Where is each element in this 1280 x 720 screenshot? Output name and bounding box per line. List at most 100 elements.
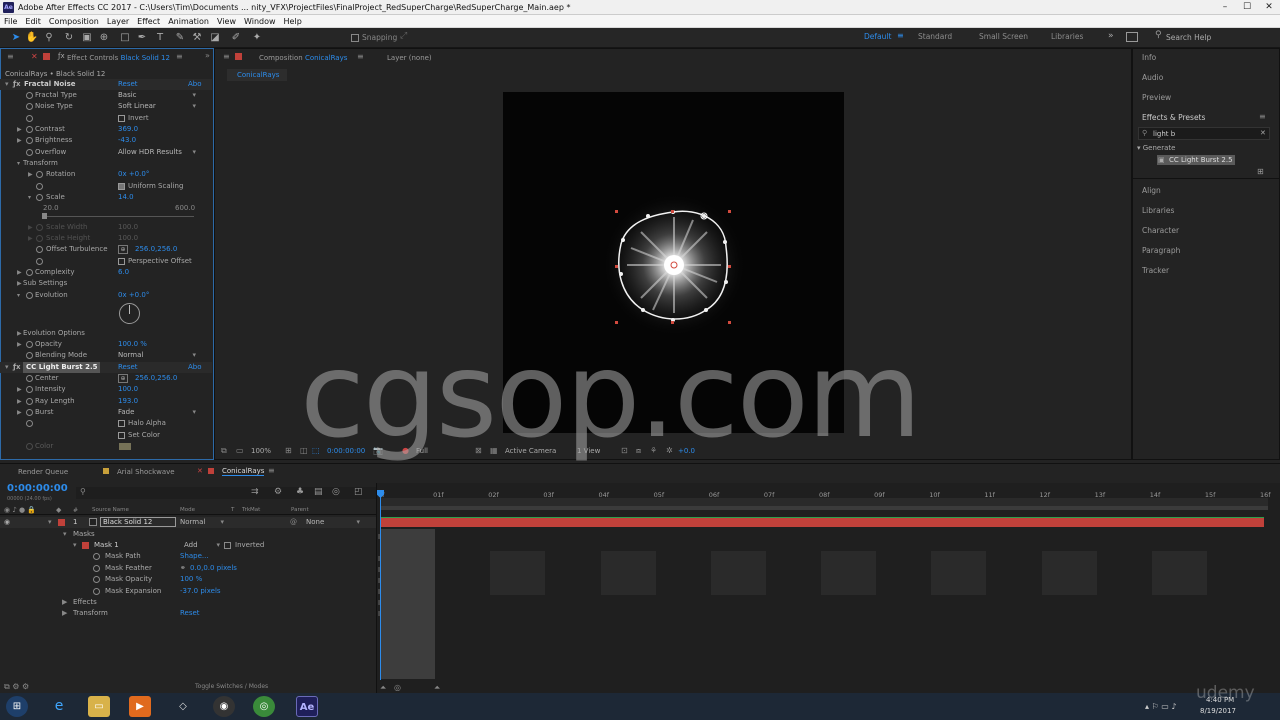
expand-arrow-icon[interactable]: ▶ [17,384,22,395]
after-effects-taskbar-icon[interactable]: Ae [296,696,318,717]
perspective-offset-checkbox[interactable] [118,258,125,265]
collapse-arrow-icon[interactable]: ▾ [17,158,20,169]
about-link[interactable]: Abo [188,362,202,373]
frame-blending-icon[interactable]: ▤ [314,487,323,497]
panel-menu-icon[interactable]: ≡ [1259,112,1266,121]
system-tray-icons[interactable]: ▴ ⚐ ▭ ♪ [1145,702,1176,711]
graph-editor-icon[interactable]: ◰ [354,487,363,497]
comp-sub-tab[interactable]: ConicalRays [227,69,287,81]
center-value[interactable]: 256.0,256.0 [135,373,177,384]
brush-tool-icon[interactable]: ✎ [173,31,187,45]
zoom-select[interactable]: 100% [251,447,271,455]
menu-animation[interactable]: Animation [164,15,213,28]
windows-start-icon[interactable]: ⊞ [6,696,28,717]
playhead[interactable] [380,490,381,680]
mask-path-value[interactable]: Shape... [180,551,209,562]
complexity-value[interactable]: 6.0 [118,267,129,278]
tab-composition[interactable]: Composition ConicalRays [259,54,347,62]
stopwatch-icon[interactable] [26,375,33,382]
opacity-value[interactable]: 100.0 % [118,339,147,350]
scale-slider-thumb[interactable] [42,213,47,219]
zoom-slider-thumb[interactable]: ◎ [394,683,401,692]
search-help-input[interactable]: Search Help [1166,33,1211,42]
expand-arrow-icon[interactable]: ▶ [28,169,33,180]
snap-icon[interactable]: ⤢ [400,31,407,41]
shy-layers-icon[interactable]: ♣ [296,487,304,497]
uniform-scaling-checkbox[interactable] [118,183,125,190]
collapse-arrow-icon[interactable]: ▾ [28,192,31,203]
stopwatch-icon[interactable] [26,420,33,427]
close-tab-icon[interactable]: ✕ [197,467,203,475]
grid-icon[interactable]: ⊞ [285,446,292,455]
tab-layer[interactable]: Layer (none) [387,54,432,62]
zoom-in-icon[interactable]: ⏶ [434,683,440,693]
expand-arrow-icon[interactable]: ▶ [17,407,22,418]
toggle-switches-modes-button[interactable]: Toggle Switches / Modes [195,683,268,690]
stopwatch-icon[interactable] [26,409,33,416]
stopwatch-icon[interactable] [26,149,33,156]
stopwatch-icon[interactable] [26,352,33,359]
effects-search-field[interactable]: ⚲ light b ✕ [1138,127,1270,140]
collapse-arrow-icon[interactable]: ▾ [17,290,20,301]
sync-settings-icon[interactable] [1126,32,1138,42]
stopwatch-icon[interactable] [93,565,100,572]
column-t[interactable]: T [231,506,234,515]
effects-search-input[interactable]: light b [1153,130,1175,138]
menu-help[interactable]: Help [280,15,306,28]
draft-3d-icon[interactable]: ⚙ [274,487,282,497]
stopwatch-icon[interactable] [36,246,43,253]
stopwatch-icon[interactable] [93,553,100,560]
expand-arrow-icon[interactable]: ▶ [62,608,67,619]
workspace-standard[interactable]: Standard [918,32,952,41]
zoom-tool-icon[interactable]: ⚲ [42,31,56,45]
unity-icon[interactable]: ◇ [172,696,194,717]
maximize-button[interactable]: ☐ [1236,0,1258,15]
workspace-libraries[interactable]: Libraries [1051,32,1083,41]
category-generate[interactable]: ▾ Generate [1137,144,1175,152]
crosshair-point-icon[interactable]: ⊕ [118,374,128,383]
transform-reset-link[interactable]: Reset [180,608,200,619]
roto-brush-tool-icon[interactable]: ✐ [229,31,243,45]
zoom-out-icon[interactable]: ⏶ [380,683,386,693]
color-swatch[interactable] [119,443,131,450]
fractal-type-select[interactable]: Basic [118,90,196,101]
mask-color-swatch[interactable] [82,542,89,549]
workspace-menu-icon[interactable]: ≡ [897,31,904,40]
layer-duration-bar[interactable] [380,517,1264,527]
stopwatch-icon[interactable] [26,92,33,99]
layer-row[interactable]: ◉ ▾ 1 Black Solid 12 Normal @ None [0,517,376,528]
type-tool-icon[interactable]: T [153,31,167,45]
collapse-arrow-icon[interactable]: ▾ [73,540,77,551]
panel-overflow-icon[interactable]: » [205,51,210,60]
reset-link[interactable]: Reset [118,362,138,373]
always-preview-icon[interactable]: ⧉ [221,446,227,456]
fx-toggle-icon[interactable]: ƒx [13,79,21,90]
expand-arrow-icon[interactable]: ▶ [17,328,22,339]
composition-mini-flowchart-icon[interactable]: ⇉ [251,487,259,497]
expand-arrow-icon[interactable]: ▶ [62,597,67,608]
brightness-value[interactable]: -43.0 [118,135,136,146]
layer-name[interactable]: Black Solid 12 [100,517,176,527]
rotation-tool-icon[interactable]: ↻ [62,31,76,45]
intensity-value[interactable]: 100.0 [118,384,138,395]
stopwatch-icon[interactable] [26,115,33,122]
effect-header-fractal-noise[interactable]: ▾ ƒx Fractal Noise Reset Abo [0,79,212,90]
stopwatch-icon[interactable] [26,126,33,133]
noise-type-select[interactable]: Soft Linear [118,101,196,112]
rotation-value[interactable]: 0x +0.0° [118,169,149,180]
menu-composition[interactable]: Composition [45,15,103,28]
layer-label-color[interactable] [58,519,65,526]
mask-feather-value[interactable]: 0.0,0.0 pixels [190,563,237,574]
tab-arial-shockwave[interactable]: Arial Shockwave [117,468,175,476]
puppet-tool-icon[interactable]: ✦ [250,31,264,45]
panel-tracker[interactable]: Tracker [1142,266,1169,275]
clone-stamp-tool-icon[interactable]: ⚒ [190,31,204,45]
expand-arrow-icon[interactable]: ▶ [17,124,22,135]
stopwatch-icon[interactable] [26,398,33,405]
collapse-arrow-icon[interactable]: ▾ [48,517,52,528]
tab-render-queue[interactable]: Render Queue [18,468,68,476]
expand-arrow-icon[interactable]: ▶ [17,396,22,407]
internet-explorer-icon[interactable]: e [48,696,70,717]
mask-1-row[interactable]: ▾ Mask 1 Add Inverted [0,540,376,551]
stopwatch-icon[interactable] [26,269,33,276]
